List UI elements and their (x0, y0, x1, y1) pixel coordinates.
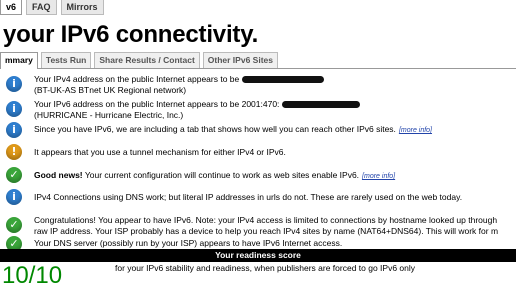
tab-summary[interactable]: mmary (0, 52, 38, 69)
check-icon: ✓ (6, 167, 22, 183)
more-info-link[interactable]: [more info] (399, 127, 432, 134)
result-text: Your DNS server (possibly run by your IS… (34, 238, 516, 249)
result-line: Your DNS server (possibly run by your IS… (34, 238, 343, 248)
more-info-link[interactable]: [more info] (362, 173, 395, 180)
tab-faq[interactable]: FAQ (26, 0, 57, 15)
result-line: Your current configuration will continue… (82, 170, 360, 180)
result-text: Since you have IPv6, we are including a … (34, 124, 516, 137)
result-line: Congratulations! You appear to have IPv6… (34, 215, 498, 225)
result-text: IPv4 Connections using DNS work; but lit… (34, 192, 516, 203)
tab-v6[interactable]: v6 (0, 0, 23, 15)
redacted-ipv6 (282, 101, 361, 109)
result-text: Your IPv6 address on the public Internet… (34, 99, 516, 120)
readiness-score-description: for your IPv6 stability and readiness, w… (115, 263, 416, 273)
info-icon: i (6, 101, 22, 117)
result-text: Your IPv4 address on the public Internet… (34, 74, 516, 95)
result-line: Your IPv4 address on the public Internet… (34, 74, 240, 84)
tab-tests-run[interactable]: Tests Run (40, 52, 92, 68)
info-icon: i (6, 122, 22, 138)
check-icon: ✓ (6, 217, 22, 233)
result-text: It appears that you use a tunnel mechani… (34, 147, 516, 158)
result-line: (HURRICANE - Hurricane Electric, Inc.) (34, 109, 184, 120)
redacted-ipv4 (242, 76, 325, 84)
result-line: raw IP address. Your ISP probably has a … (34, 225, 499, 236)
info-icon: i (6, 189, 22, 205)
page-title: your IPv6 connectivity. (3, 21, 259, 48)
info-icon: i (6, 76, 22, 92)
result-line: It appears that you use a tunnel mechani… (34, 147, 286, 157)
result-line: Your IPv6 address on the public Internet… (34, 99, 280, 109)
result-line: Since you have IPv6, we are including a … (34, 124, 396, 134)
top-nav: v6 FAQ Mirrors (0, 0, 108, 16)
warning-icon: ! (6, 144, 22, 160)
readiness-score: 10/10 (2, 262, 63, 289)
result-text: Good news! Your current configuration wi… (34, 170, 516, 183)
result-text: Congratulations! You appear to have IPv6… (34, 215, 516, 236)
tab-share-results[interactable]: Share Results / Contact (94, 52, 200, 68)
good-news-label: Good news! (34, 170, 83, 180)
tab-other-ipv6-sites[interactable]: Other IPv6 Sites (202, 52, 278, 68)
result-tabs: mmary Tests Run Share Results / Contact … (0, 51, 516, 69)
result-line: IPv4 Connections using DNS work; but lit… (34, 192, 463, 202)
readiness-score-header: Your readiness score (0, 249, 516, 262)
result-line: (BT-UK-AS BTnet UK Regional network) (34, 84, 187, 95)
tab-mirrors[interactable]: Mirrors (60, 0, 104, 15)
